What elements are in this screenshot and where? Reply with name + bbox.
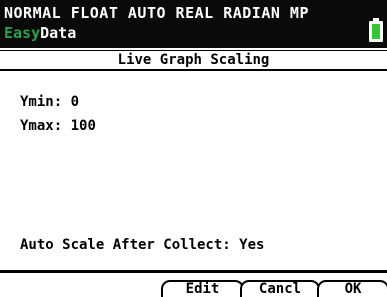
softkey-bar: Edit Cancl OK [0, 274, 387, 297]
ymax-row[interactable]: Ymax: 100 [20, 118, 96, 134]
ymin-label: Ymin: [20, 94, 63, 110]
cancel-button[interactable]: Cancl [240, 280, 320, 297]
ymax-label: Ymax: [20, 118, 63, 134]
bottom-divider [0, 270, 387, 273]
page-title: Live Graph Scaling [0, 50, 387, 71]
settings-panel: Ymin: 0 Ymax: 100 Auto Scale After Colle… [0, 71, 387, 270]
auto-scale-value[interactable]: Yes [239, 237, 264, 253]
auto-scale-row[interactable]: Auto Scale After Collect: Yes [20, 237, 264, 253]
app-prefix-label: Easy [4, 24, 41, 42]
ymin-value[interactable]: 0 [71, 94, 79, 110]
edit-button[interactable]: Edit [161, 280, 244, 297]
status-bar: NORMAL FLOAT AUTO REAL RADIAN MP EasyDat… [0, 0, 387, 48]
auto-scale-label: Auto Scale After Collect: [20, 237, 231, 253]
calculator-screen: NORMAL FLOAT AUTO REAL RADIAN MP EasyDat… [0, 0, 387, 297]
app-name: EasyData [4, 24, 76, 42]
ok-button[interactable]: OK [317, 280, 387, 297]
app-name-label: Data [40, 24, 77, 42]
ymin-row[interactable]: Ymin: 0 [20, 94, 79, 110]
ymax-value[interactable]: 100 [71, 118, 96, 134]
mode-indicator: NORMAL FLOAT AUTO REAL RADIAN MP [4, 4, 309, 22]
battery-icon [369, 18, 383, 42]
